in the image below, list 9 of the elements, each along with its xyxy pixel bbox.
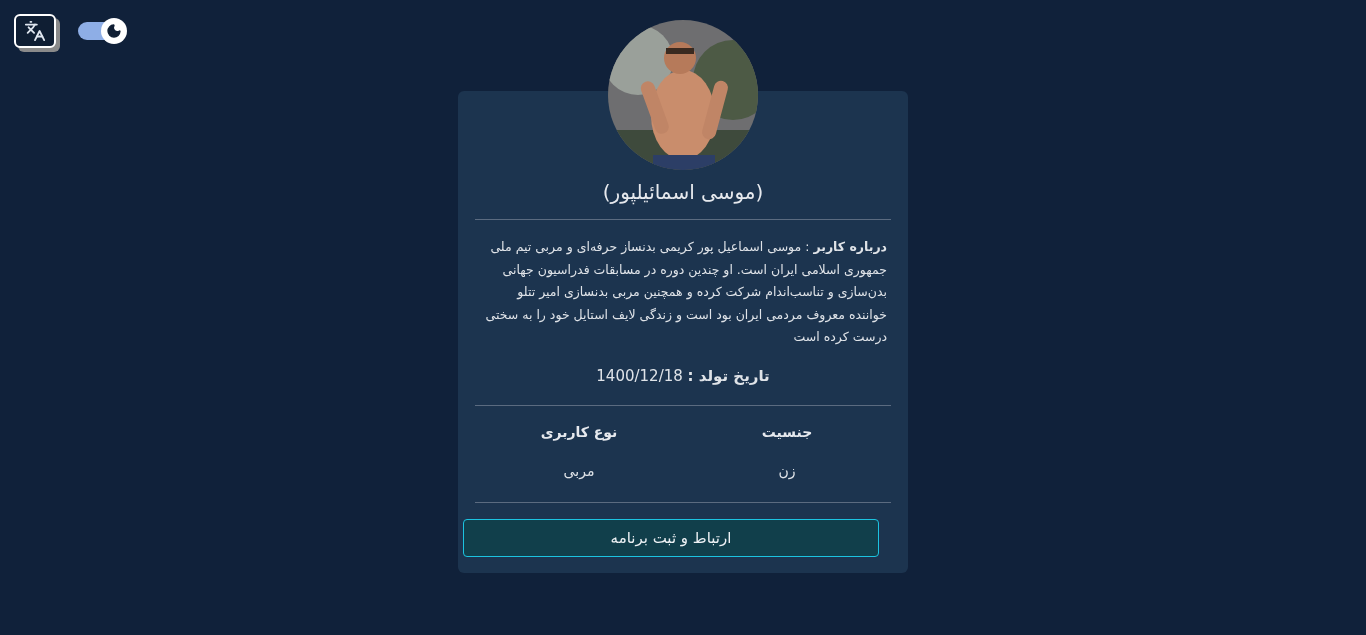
about-text: درباره کاربر : موسی اسماعیل پور کریمی بدنساز حرفه‌ای و مربی تیم ملی جمهوری اسلامی ایران است. او چندین دوره در مسابقات فدراسیون جهانی بدن‌سازی و تناسب‌اندام شرکت کرده و همچنین مربی بدنسازی امیر تتلو خواننده معروف مردمی ایران بود است و زندگی لایف استایل خود را به سختی درست کرده است — [484, 238, 888, 347]
translate-icon — [22, 20, 48, 42]
moon-icon — [106, 23, 122, 39]
field-value: زن — [778, 462, 796, 482]
field-label: نوع کاربری — [540, 423, 618, 443]
field-value: مربی — [563, 462, 595, 482]
profile-name: (موسی اسمائیلپور) — [475, 177, 891, 220]
contact-button[interactable]: ارتباط و ثبت برنامه — [463, 519, 879, 557]
field-label: جنسیت — [761, 423, 813, 442]
